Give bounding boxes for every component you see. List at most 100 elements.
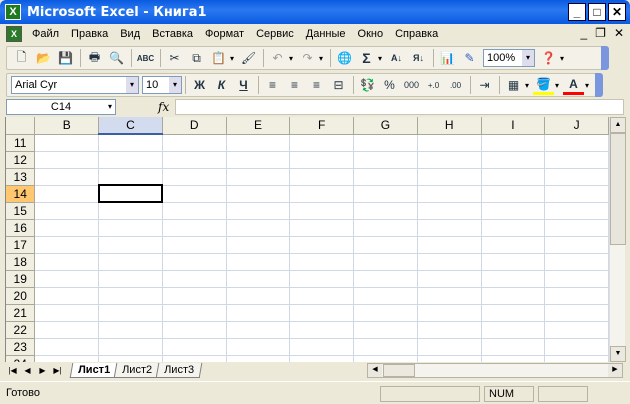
cell[interactable] <box>34 185 100 203</box>
row-header[interactable]: 14 <box>6 185 36 203</box>
fill-color-dropdown-icon[interactable]: ▾ <box>555 81 563 90</box>
cell[interactable] <box>162 236 227 254</box>
row-header[interactable]: 13 <box>6 168 36 186</box>
cell[interactable] <box>481 338 546 356</box>
cell[interactable] <box>34 151 100 169</box>
cell[interactable] <box>289 185 355 203</box>
cell[interactable] <box>289 168 355 186</box>
cell[interactable] <box>417 338 482 356</box>
cell[interactable] <box>226 219 291 237</box>
format-painter-icon[interactable]: 🖌 <box>238 48 259 68</box>
cell[interactable] <box>481 253 546 271</box>
borders-icon[interactable]: ▦ <box>503 75 524 95</box>
cell[interactable] <box>544 236 609 254</box>
print-icon[interactable]: 🖶 <box>84 48 105 68</box>
menu-data[interactable]: Данные <box>300 24 352 44</box>
redo-dropdown-icon[interactable]: ▾ <box>319 54 327 63</box>
drawing-icon[interactable]: ✎ <box>459 48 480 68</box>
excel-app-icon[interactable]: X <box>5 4 21 20</box>
cell[interactable] <box>34 270 100 288</box>
cell[interactable] <box>353 236 418 254</box>
column-header[interactable]: G <box>353 117 418 135</box>
menu-edit[interactable]: Правка <box>65 24 114 44</box>
cell[interactable] <box>353 355 418 362</box>
cell[interactable] <box>162 253 227 271</box>
cell[interactable] <box>289 338 355 356</box>
doc-restore-icon[interactable]: ❐ <box>595 26 606 40</box>
cell[interactable] <box>226 287 291 305</box>
cell[interactable] <box>481 321 546 339</box>
cell[interactable] <box>226 202 291 220</box>
cell[interactable] <box>353 185 418 203</box>
scroll-up-icon[interactable]: ▲ <box>610 117 626 133</box>
cell[interactable] <box>226 338 291 356</box>
formula-input[interactable] <box>175 99 624 115</box>
cell[interactable] <box>353 270 418 288</box>
merge-center-icon[interactable]: ⊟ <box>328 75 349 95</box>
vertical-scrollbar[interactable]: ▲ ▼ <box>609 117 626 362</box>
sheet-tab-1[interactable]: Лист1 <box>69 363 119 378</box>
cell[interactable] <box>162 270 227 288</box>
cell[interactable] <box>162 355 227 362</box>
cell[interactable] <box>226 236 291 254</box>
cell[interactable] <box>417 151 482 169</box>
sheet-tab-3[interactable]: Лист3 <box>155 363 203 378</box>
cell[interactable] <box>544 202 609 220</box>
currency-icon[interactable]: 💱 <box>357 75 378 95</box>
cell[interactable] <box>226 355 291 362</box>
cell[interactable] <box>353 168 418 186</box>
cell[interactable] <box>544 338 609 356</box>
first-sheet-icon[interactable]: |◀ <box>5 363 20 378</box>
cell[interactable] <box>417 185 482 203</box>
cell[interactable] <box>481 134 546 152</box>
copy-icon[interactable]: ⧉ <box>186 48 207 68</box>
italic-button[interactable]: К <box>211 75 232 95</box>
cell[interactable] <box>353 338 418 356</box>
chevron-down-icon[interactable]: ▾ <box>108 100 112 114</box>
doc-close-icon[interactable]: ✕ <box>614 26 624 40</box>
cell[interactable] <box>544 304 609 322</box>
align-left-icon[interactable]: ≡ <box>262 75 283 95</box>
cell[interactable] <box>417 355 482 362</box>
borders-dropdown-icon[interactable]: ▾ <box>525 81 533 90</box>
align-center-icon[interactable]: ≡ <box>284 75 305 95</box>
save-icon[interactable]: 💾 <box>55 48 76 68</box>
chevron-down-icon[interactable]: ▾ <box>126 77 138 93</box>
cell[interactable] <box>98 219 163 237</box>
menu-tools[interactable]: Сервис <box>250 24 300 44</box>
prev-sheet-icon[interactable]: ◀ <box>20 363 35 378</box>
cell[interactable] <box>544 219 609 237</box>
help-dropdown-icon[interactable]: ▾ <box>560 54 568 63</box>
cell[interactable] <box>544 270 609 288</box>
cell[interactable] <box>226 321 291 339</box>
open-icon[interactable]: 📂 <box>33 48 54 68</box>
underline-button[interactable]: Ч <box>233 75 254 95</box>
menu-window[interactable]: Окно <box>352 24 390 44</box>
name-box[interactable]: C14 ▾ <box>6 99 116 115</box>
minimize-button[interactable]: _ <box>568 3 586 21</box>
column-header[interactable]: B <box>34 117 100 135</box>
cell[interactable] <box>481 355 546 362</box>
cell[interactable] <box>289 355 355 362</box>
cell[interactable] <box>417 219 482 237</box>
row-header[interactable]: 24 <box>6 355 36 362</box>
menu-format[interactable]: Формат <box>199 24 250 44</box>
chart-wizard-icon[interactable]: 📊 <box>437 48 458 68</box>
cell[interactable] <box>226 253 291 271</box>
cell[interactable] <box>98 270 163 288</box>
cell[interactable] <box>481 185 546 203</box>
cell[interactable] <box>226 134 291 152</box>
paste-dropdown-icon[interactable]: ▾ <box>230 54 238 63</box>
cell[interactable] <box>98 134 163 152</box>
close-button[interactable]: ✕ <box>608 3 626 21</box>
new-icon[interactable]: 🗋 <box>11 48 32 68</box>
cell[interactable] <box>162 338 227 356</box>
cell[interactable] <box>417 253 482 271</box>
cell[interactable] <box>98 168 163 186</box>
cell[interactable] <box>417 270 482 288</box>
cell[interactable] <box>417 321 482 339</box>
cell[interactable] <box>98 321 163 339</box>
thousands-separator-button[interactable]: 000 <box>401 75 422 95</box>
toolbar-options-icon[interactable] <box>595 73 603 97</box>
workbook-icon[interactable]: X <box>6 26 22 42</box>
